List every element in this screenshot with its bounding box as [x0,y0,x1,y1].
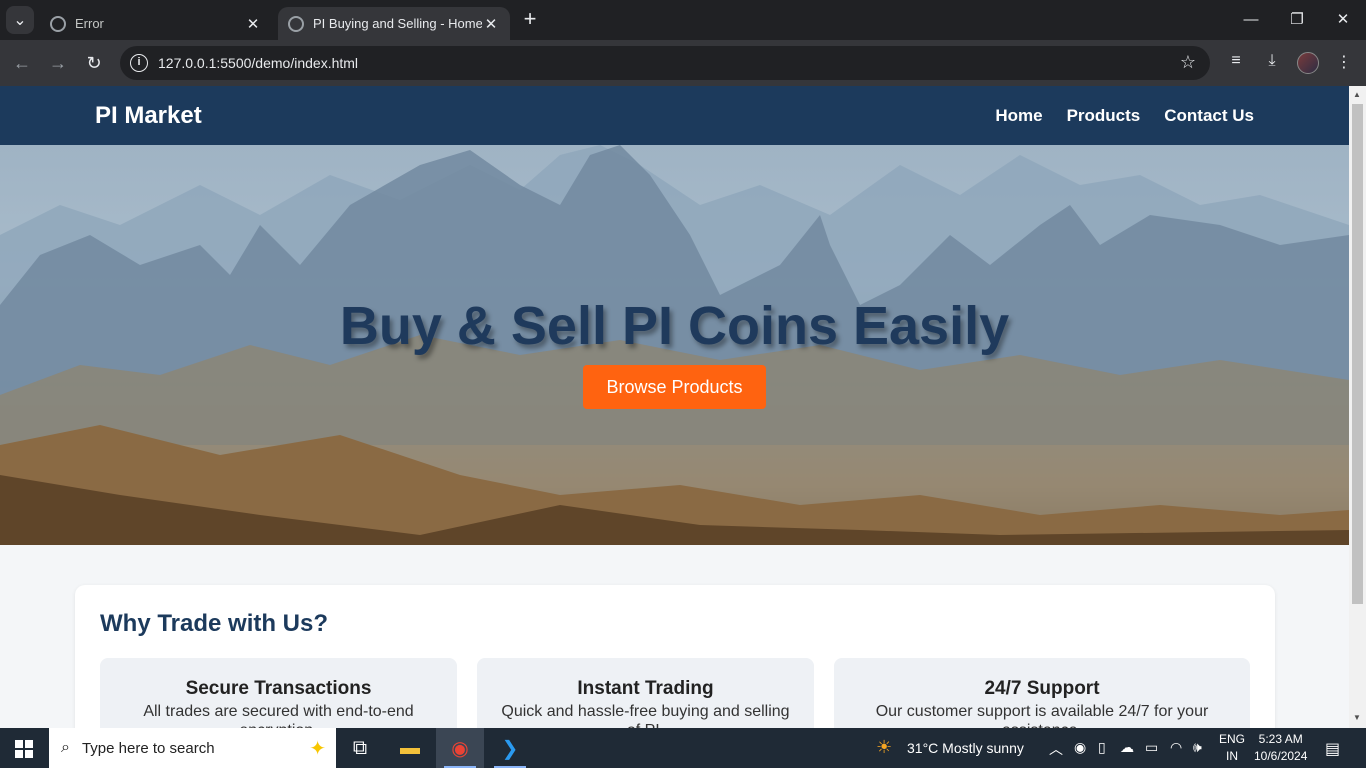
page-viewport: PI Market Home Products Contact Us Buy &… [0,86,1349,728]
globe-icon [50,15,66,32]
vscode-icon[interactable]: ❯ [486,728,534,768]
feature-card-support: 24/7 Support Our customer support is ava… [834,658,1250,728]
feature-card-secure: Secure Transactions All trades are secur… [100,658,457,728]
wifi-icon[interactable]: ◠ [1170,739,1182,756]
card-title: 24/7 Support [984,678,1100,699]
why-heading: Why Trade with Us? [100,610,329,637]
tab-home[interactable]: PI Buying and Selling - Home ✕ [278,7,510,40]
browse-products-button[interactable]: Browse Products [583,365,766,409]
forward-button[interactable]: → [45,50,71,76]
close-tab-icon[interactable]: ✕ [482,15,500,33]
taskbar-search[interactable]: ⌕ Type here to search ✦ [49,728,336,768]
nav-products[interactable]: Products [1067,106,1141,126]
tab-title: PI Buying and Selling - Home [313,16,482,31]
page-scrollbar[interactable]: ▲ ▼ [1349,86,1366,728]
weather-text[interactable]: 31°C Mostly sunny [907,740,1024,756]
reload-button[interactable]: ↻ [81,50,107,76]
close-window-button[interactable]: ✕ [1320,6,1366,34]
chrome-icon[interactable]: ◉ [436,728,484,768]
card-text: Our customer support is available 24/7 f… [875,703,1209,728]
volume-icon[interactable]: 🕪 [1193,739,1202,756]
hero-heading: Buy & Sell PI Coins Easily [339,296,1010,356]
hero-section: Buy & Sell PI Coins Easily Browse Produc… [0,145,1349,545]
close-tab-icon[interactable]: ✕ [244,15,262,33]
windows-taskbar: ⌕ Type here to search ✦ ⧉ ▬ ◉ ❯ ☀ 31°C M… [0,728,1366,768]
scroll-up-icon[interactable]: ▲ [1353,90,1361,99]
globe-icon [288,15,304,32]
battery-icon[interactable]: ▭ [1145,739,1158,756]
back-button[interactable]: ← [9,50,35,76]
file-explorer-icon[interactable]: ▬ [386,728,434,768]
media-controls-icon[interactable]: ≡ [1225,52,1247,74]
onedrive-icon[interactable]: ☁ [1120,739,1134,756]
language-indicator[interactable]: ENG IN [1219,731,1245,765]
task-view-icon[interactable]: ⧉ [336,728,384,768]
nav-home[interactable]: Home [995,106,1042,126]
taskbar-clock[interactable]: 5:23 AM 10/6/2024 [1254,731,1307,765]
clock-date: 10/6/2024 [1254,749,1308,763]
bookmark-star-icon[interactable]: ☆ [1180,52,1196,73]
minimize-button[interactable]: — [1228,6,1274,34]
why-trade-section: Why Trade with Us? Secure Transactions A… [75,585,1275,728]
device-icon[interactable]: ▯ [1098,739,1106,756]
tab-error[interactable]: Error ✕ [40,7,272,40]
scroll-down-icon[interactable]: ▼ [1353,713,1361,722]
address-bar[interactable]: i 127.0.0.1:5500/demo/index.html ☆ [120,46,1210,80]
site-info-icon[interactable]: i [130,54,148,72]
browser-tabbar: ⌄ Error ✕ PI Buying and Selling - Home ✕… [0,0,1366,40]
clock-time: 5:23 AM [1258,732,1303,746]
browser-toolbar: ← → ↻ i 127.0.0.1:5500/demo/index.html ☆… [0,40,1366,86]
tab-title: Error [75,16,104,31]
card-text: Quick and hassle-free buying and selling… [501,703,790,728]
nav-contact[interactable]: Contact Us [1164,106,1254,126]
site-header: PI Market Home Products Contact Us [0,86,1349,145]
tab-search-button[interactable]: ⌄ [6,6,34,34]
card-title: Secure Transactions [185,678,372,699]
region-code: IN [1226,749,1238,763]
restore-button[interactable]: ❐ [1274,6,1320,34]
site-brand[interactable]: PI Market [95,102,202,130]
search-highlight-icon: ✦ [309,738,326,760]
windows-start-icon[interactable] [15,740,33,758]
language-code: ENG [1219,732,1246,746]
download-icon[interactable]: ⤓ [1261,52,1283,74]
notification-icon[interactable]: ▤ [1325,739,1340,759]
card-text: All trades are secured with end-to-end e… [143,703,414,728]
record-icon[interactable]: ◉ [1074,739,1086,756]
scrollbar-thumb[interactable] [1352,104,1363,604]
search-icon: ⌕ [61,739,70,756]
feature-card-instant: Instant Trading Quick and hassle-free bu… [477,658,814,728]
site-nav: Home Products Contact Us [995,106,1254,126]
card-title: Instant Trading [577,678,714,699]
tray-chevron-icon[interactable]: ︿ [1049,739,1063,759]
profile-avatar[interactable] [1297,52,1319,74]
weather-icon[interactable]: ☀ [876,737,892,758]
menu-dots-icon[interactable]: ⋮ [1333,52,1355,74]
search-placeholder: Type here to search [81,739,215,757]
new-tab-button[interactable]: + [518,8,542,32]
url-text[interactable]: 127.0.0.1:5500/demo/index.html [158,55,358,71]
